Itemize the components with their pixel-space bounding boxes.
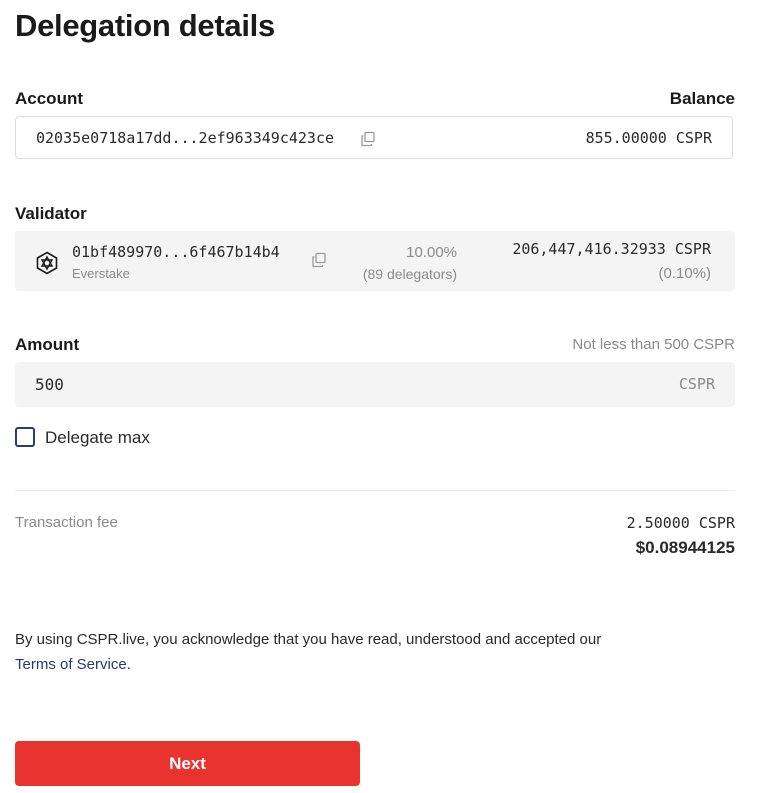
validator-stake-share: (0.10%) [658,265,711,282]
account-field: 02035e0718a17dd...2ef963349c423ce 855.00… [15,116,733,159]
transaction-fee-label: Transaction fee [15,514,118,531]
amount-hint: Not less than 500 CSPR [572,336,735,353]
validator-delegators: (89 delegators) [362,266,457,282]
validator-name: Everstake [72,266,130,281]
validator-label: Validator [15,204,87,223]
balance-label: Balance [669,89,735,108]
validator-stake: 206,447,416.32933 CSPR [512,240,711,258]
terms-text: By using CSPR.live, you acknowledge that… [15,631,602,648]
account-label: Account [15,89,83,108]
next-button[interactable]: Next [15,741,360,786]
account-balance: 855.00000 CSPR [585,129,712,147]
copy-icon[interactable] [311,252,327,268]
account-hash: 02035e0718a17dd...2ef963349c423ce [36,129,335,147]
terms-notice: By using CSPR.live, you acknowledge that… [15,627,735,677]
transaction-fee-cspr: 2.50000 CSPR [626,514,735,532]
page-title: Delegation details [15,8,275,43]
copy-icon[interactable] [360,131,376,147]
delegate-max-label[interactable]: Delegate max [45,428,150,448]
amount-label: Amount [15,335,80,354]
everstake-logo-icon [35,251,59,275]
amount-field: CSPR [15,362,735,407]
amount-unit: CSPR [678,375,715,393]
amount-input[interactable] [15,362,635,407]
delegate-max-checkbox[interactable] [15,427,35,447]
divider [15,490,735,491]
terms-of-service-link[interactable]: Terms of Service [15,656,127,673]
terms-suffix: . [126,656,131,673]
transaction-fee-usd: $0.08944125 [635,538,735,557]
validator-card[interactable]: 01bf489970...6f467b14b4 Everstake 10.00%… [15,231,735,291]
validator-hash: 01bf489970...6f467b14b4 [72,243,280,261]
validator-fee: 10.00% [406,244,457,261]
